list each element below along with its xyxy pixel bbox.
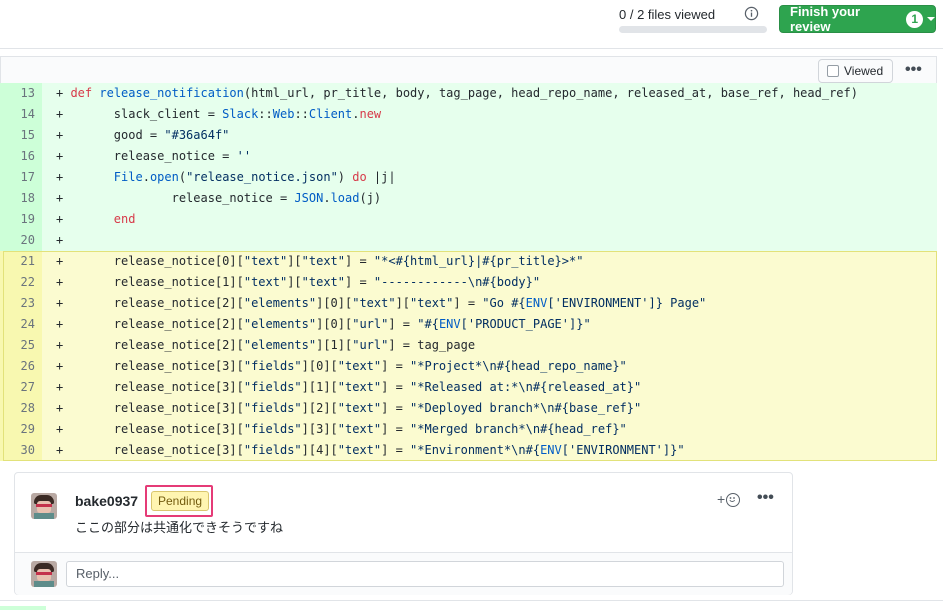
line-number[interactable]: 23 xyxy=(0,293,42,314)
diff-code: + release_notice[3]["fields"][1]["text"]… xyxy=(42,377,937,398)
line-number[interactable]: 18 xyxy=(0,188,42,209)
diff-code: + release_notice = JSON.load(j) xyxy=(42,188,937,209)
review-toolbar: 0 / 2 files viewed Finish your review 1 xyxy=(0,0,943,49)
diff-line[interactable]: 28 + release_notice[3]["fields"][2]["text… xyxy=(0,398,937,419)
diff-line[interactable]: 16 + release_notice = '' xyxy=(0,146,937,167)
diff-line[interactable]: 15 + good = "#36a64f" xyxy=(0,125,937,146)
comment-body: ここの部分は共通化できそうですね xyxy=(75,520,284,535)
diff-code: + end xyxy=(42,209,937,230)
diff-code: + good = "#36a64f" xyxy=(42,125,937,146)
line-number[interactable]: 21 xyxy=(0,251,42,272)
avatar[interactable] xyxy=(31,493,57,519)
line-number[interactable]: 26 xyxy=(0,356,42,377)
line-number[interactable]: 22 xyxy=(0,272,42,293)
diff-code: + release_notice[1]["text"]["text"] = "-… xyxy=(42,272,937,293)
diff-line[interactable]: 18 + release_notice = JSON.load(j) xyxy=(0,188,937,209)
pending-count-badge: 1 xyxy=(906,10,923,28)
line-number[interactable]: 30 xyxy=(0,440,42,461)
file-more-options-icon[interactable]: ••• xyxy=(905,61,922,79)
diff-line[interactable]: 24 + release_notice[2]["elements"][0]["ur… xyxy=(0,314,937,335)
line-number[interactable]: 27 xyxy=(0,377,42,398)
diff-line[interactable]: 20 + xyxy=(0,230,937,251)
info-icon[interactable] xyxy=(744,6,759,21)
line-number[interactable]: 13 xyxy=(0,83,42,104)
diff-line[interactable]: 25 + release_notice[2]["elements"][1]["ur… xyxy=(0,335,937,356)
comment-author[interactable]: bake0937 xyxy=(75,493,138,509)
diff-code: + release_notice[2]["elements"][0]["text… xyxy=(42,293,937,314)
line-number[interactable]: 20 xyxy=(0,230,42,251)
diff-code: + release_notice[3]["fields"][2]["text"]… xyxy=(42,398,937,419)
diff-code: + release_notice[3]["fields"][4]["text"]… xyxy=(42,440,937,461)
plus-icon: + xyxy=(717,491,726,507)
diff-code: + xyxy=(42,230,937,251)
diff-code: + def release_notification(html_url, pr_… xyxy=(42,83,937,104)
line-number[interactable]: 24 xyxy=(0,314,42,335)
diff-line[interactable]: 27 + release_notice[3]["fields"][1]["text… xyxy=(0,377,937,398)
viewed-label: Viewed xyxy=(844,64,884,78)
review-comment-thread: bake0937 Pending + ••• ここの部分は共通化できそうですね … xyxy=(14,472,793,595)
diff-table: 13 + def release_notification(html_url, p… xyxy=(0,83,937,461)
reply-input[interactable]: Reply... xyxy=(66,561,784,587)
diff-line[interactable]: 13 + def release_notification(html_url, p… xyxy=(0,83,937,104)
line-number[interactable]: 16 xyxy=(0,146,42,167)
diff-continuation-gutter xyxy=(0,606,46,610)
line-number[interactable]: 19 xyxy=(0,209,42,230)
files-viewed-count: 0 / 2 files viewed xyxy=(619,7,716,22)
line-number[interactable]: 17 xyxy=(0,167,42,188)
diff-code: + File.open("release_notice.json") do |j… xyxy=(42,167,937,188)
files-viewed-progress xyxy=(619,26,767,33)
reply-area: Reply... xyxy=(15,552,792,595)
line-number[interactable]: 29 xyxy=(0,419,42,440)
status-badge: Pending xyxy=(151,491,210,511)
diff-continuation xyxy=(0,600,943,611)
line-number[interactable]: 15 xyxy=(0,125,42,146)
diff-line[interactable]: 22 + release_notice[1]["text"]["text"] = … xyxy=(0,272,937,293)
diff-code: + release_notice[2]["elements"][0]["url"… xyxy=(42,314,937,335)
chevron-down-icon xyxy=(927,17,935,21)
finish-review-label: Finish your review xyxy=(790,4,861,34)
diff-line[interactable]: 29 + release_notice[3]["fields"][3]["text… xyxy=(0,419,937,440)
line-number[interactable]: 14 xyxy=(0,104,42,125)
diff-line[interactable]: 21 + release_notice[0]["text"]["text"] = … xyxy=(0,251,937,272)
diff-code: + release_notice[2]["elements"][1]["url"… xyxy=(42,335,937,356)
line-number[interactable]: 28 xyxy=(0,398,42,419)
finish-review-button[interactable]: Finish your review 1 xyxy=(779,4,936,34)
viewed-checkbox-button[interactable]: Viewed xyxy=(818,59,893,83)
line-number[interactable]: 25 xyxy=(0,335,42,356)
diff-line[interactable]: 23 + release_notice[2]["elements"][0]["te… xyxy=(0,293,937,314)
diff-code: + release_notice[0]["text"]["text"] = "*… xyxy=(42,251,937,272)
diff-line[interactable]: 14 + slack_client = Slack::Web::Client.ne… xyxy=(0,104,937,125)
diff-code: + slack_client = Slack::Web::Client.new xyxy=(42,104,937,125)
diff-code: + release_notice[3]["fields"][3]["text"]… xyxy=(42,419,937,440)
diff-line[interactable]: 19 + end xyxy=(0,209,937,230)
comment-more-options-icon[interactable]: ••• xyxy=(757,489,774,507)
diff-line[interactable]: 26 + release_notice[3]["fields"][0]["text… xyxy=(0,356,937,377)
diff-line[interactable]: 17 + File.open("release_notice.json") do … xyxy=(0,167,937,188)
diff-line[interactable]: 30 + release_notice[3]["fields"][4]["text… xyxy=(0,440,937,461)
checkbox-icon xyxy=(827,65,839,77)
avatar xyxy=(31,561,57,587)
diff-code: + release_notice = '' xyxy=(42,146,937,167)
file-header xyxy=(0,56,937,86)
smiley-icon xyxy=(726,493,741,507)
diff-code: + release_notice[3]["fields"][0]["text"]… xyxy=(42,356,937,377)
add-reaction-button[interactable]: + xyxy=(717,491,741,507)
